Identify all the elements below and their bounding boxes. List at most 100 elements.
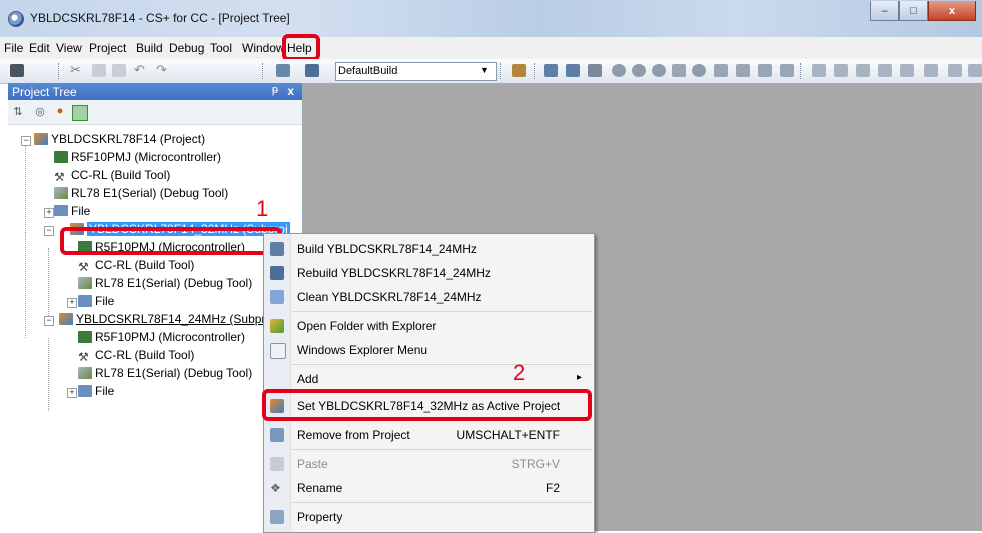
watch-icon[interactable] — [856, 64, 870, 77]
step-over-icon[interactable] — [736, 64, 750, 77]
menu-item-build[interactable]: Build YBLDCSKRL78F14_24MHz — [264, 237, 594, 261]
build-config-select[interactable]: DefaultBuild — [335, 62, 497, 81]
download-icon[interactable] — [544, 64, 558, 77]
undo-icon[interactable]: ↶ — [134, 62, 148, 77]
collapse-icon[interactable]: − — [44, 316, 54, 326]
filter-icon[interactable]: ◎ — [33, 105, 47, 119]
refresh-icon[interactable] — [72, 105, 88, 121]
rebuild-icon[interactable] — [305, 64, 319, 77]
app-icon[interactable] — [8, 11, 24, 27]
copy-icon[interactable] — [92, 64, 106, 77]
menu-separator — [292, 364, 592, 365]
expand-icon[interactable]: + — [67, 388, 77, 398]
menu-item-add[interactable]: Add ▸ — [264, 367, 594, 391]
tree-item-file[interactable]: File — [78, 384, 114, 402]
tree-connector — [25, 140, 26, 233]
toolbar-separator — [58, 63, 61, 79]
chip-icon — [78, 331, 92, 343]
hammer-icon: ⚒ — [78, 260, 89, 274]
tree-item-build-tool[interactable]: ⚒ CC-RL (Build Tool) — [54, 168, 170, 186]
stop-icon[interactable] — [612, 64, 626, 77]
build-icon[interactable] — [276, 64, 290, 77]
menu-tool[interactable]: Tool — [210, 41, 232, 55]
context-menu: Build YBLDCSKRL78F14_24MHz Rebuild YBLDC… — [263, 233, 595, 533]
project-tree-header: Project Tree ᵽ x — [8, 83, 302, 100]
menu-item-remove[interactable]: Remove from Project UMSCHALT+ENTF — [264, 423, 594, 447]
tree-item-build-tool[interactable]: ⚒ CC-RL (Build Tool) — [78, 258, 194, 276]
tree-item-microcontroller[interactable]: R5F10PMJ (Microcontroller) — [78, 330, 245, 348]
tree-item-project[interactable]: YBLDCSKRL78F14 (Project) — [34, 132, 205, 150]
pin-icon[interactable]: ᵽ — [272, 84, 278, 96]
collapse-icon[interactable]: − — [44, 226, 54, 236]
rebuild-icon — [270, 266, 284, 280]
menu-icon — [270, 343, 286, 359]
minimize-button[interactable]: – — [870, 1, 899, 21]
step-icon[interactable] — [672, 64, 686, 77]
disconnect-icon[interactable] — [588, 64, 602, 77]
expand-icon[interactable]: + — [67, 298, 77, 308]
build-download-icon[interactable] — [566, 64, 580, 77]
menu-bar: File Edit View Project Build Debug Tool … — [0, 37, 982, 59]
menu-item-property[interactable]: Property — [264, 505, 594, 529]
menu-window[interactable]: Window — [242, 41, 285, 55]
disasm-icon[interactable] — [924, 64, 938, 77]
tree-item-file[interactable]: File — [54, 204, 90, 216]
menu-project[interactable]: Project — [89, 41, 126, 55]
toolbar: ✂ ↶ ↷ DefaultBuild ▼ — [0, 59, 982, 84]
menu-item-rename[interactable]: ❖ Rename F2 — [264, 476, 594, 500]
maximize-button[interactable]: □ — [899, 1, 928, 21]
tree-item-subproject-24mhz[interactable]: YBLDCSKRL78F14_24MHz (Subproj — [59, 312, 275, 330]
tree-item-file[interactable]: File — [78, 294, 114, 312]
sort-icon[interactable]: ⇅ — [11, 105, 25, 119]
menu-item-rebuild[interactable]: Rebuild YBLDCSKRL78F14_24MHz — [264, 261, 594, 285]
tree-item-microcontroller[interactable]: R5F10PMJ (Microcontroller) — [54, 150, 221, 168]
project-tree[interactable]: − YBLDCSKRL78F14 (Project) R5F10PMJ (Mic… — [8, 124, 302, 532]
tool-icon[interactable] — [512, 64, 526, 77]
menu-edit[interactable]: Edit — [29, 41, 50, 55]
menu-item-open-folder[interactable]: Open Folder with Explorer — [264, 314, 594, 338]
step-in-icon[interactable] — [714, 64, 728, 77]
collapse-icon[interactable]: − — [21, 136, 31, 146]
panel-close-icon[interactable]: x — [287, 84, 294, 98]
toolbar-separator — [500, 63, 503, 79]
menu-debug[interactable]: Debug — [169, 41, 204, 55]
submenu-arrow-icon: ▸ — [576, 372, 582, 383]
register-icon[interactable] — [878, 64, 892, 77]
go-icon[interactable] — [652, 64, 666, 77]
tree-item-debug-tool[interactable]: RL78 E1(Serial) (Debug Tool) — [54, 186, 228, 204]
cut-icon[interactable]: ✂ — [70, 62, 84, 77]
reset-icon[interactable] — [692, 64, 706, 77]
window-icon[interactable] — [812, 64, 826, 77]
menu-separator — [292, 502, 592, 503]
local-icon[interactable] — [900, 64, 914, 77]
menu-file[interactable]: File — [4, 41, 23, 55]
folder-icon — [78, 385, 92, 397]
run-icon[interactable] — [632, 64, 646, 77]
folder-explorer-icon — [270, 319, 284, 333]
project-icon[interactable] — [10, 64, 24, 77]
menu-item-paste: Paste STRG+V — [264, 452, 594, 476]
redo-icon[interactable]: ↷ — [156, 62, 170, 77]
tree-item-build-tool[interactable]: ⚒ CC-RL (Build Tool) — [78, 348, 194, 366]
user-icon[interactable]: ● — [53, 105, 67, 119]
tree-connector — [25, 233, 26, 338]
menu-view[interactable]: View — [56, 41, 82, 55]
build-icon — [270, 242, 284, 256]
tree-item-debug-tool[interactable]: RL78 E1(Serial) (Debug Tool) — [78, 366, 252, 384]
step-out-icon[interactable] — [758, 64, 772, 77]
close-button[interactable]: x — [928, 1, 976, 21]
memory-icon[interactable] — [834, 64, 848, 77]
tree-item-debug-tool[interactable]: RL78 E1(Serial) (Debug Tool) — [78, 276, 252, 294]
menu-build[interactable]: Build — [136, 41, 163, 55]
expand-icon[interactable]: + — [44, 208, 54, 218]
chevron-down-icon[interactable]: ▼ — [480, 65, 494, 78]
trace-icon[interactable] — [948, 64, 962, 77]
menu-item-explorer-menu[interactable]: Windows Explorer Menu — [264, 338, 594, 362]
menu-item-clean[interactable]: Clean YBLDCSKRL78F14_24MHz — [264, 285, 594, 309]
rename-icon: ❖ — [270, 481, 281, 495]
cursor-run-icon[interactable] — [780, 64, 794, 77]
more-icon[interactable] — [968, 64, 982, 77]
project-tree-panel: Project Tree ᵽ x ⇅ ◎ ● − YBLDCSKRL78F14 … — [8, 83, 303, 532]
window-title: YBLDCSKRL78F14 - CS+ for CC - [Project T… — [30, 11, 290, 25]
paste-icon[interactable] — [112, 64, 126, 77]
